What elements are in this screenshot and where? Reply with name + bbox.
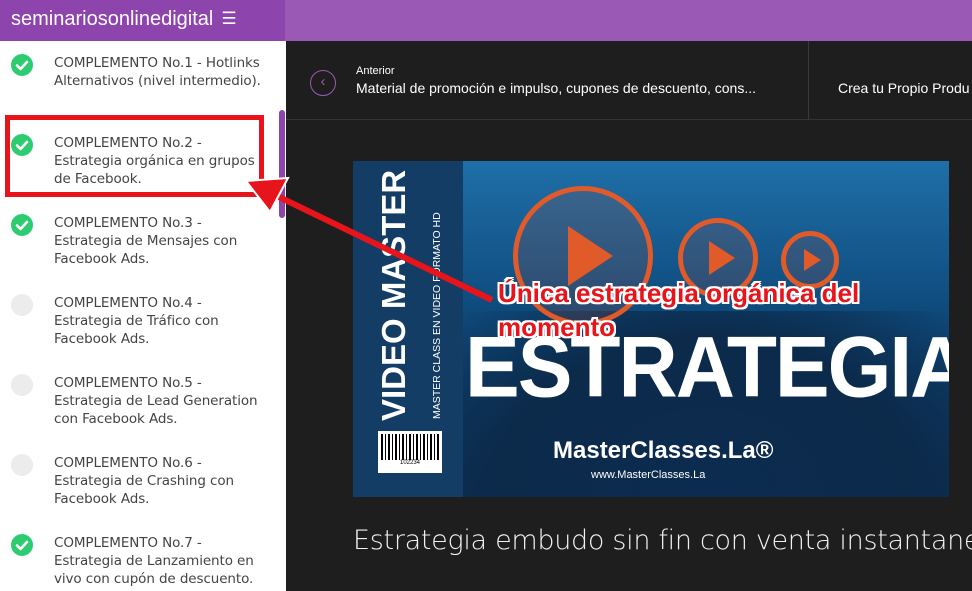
brand[interactable]: seminariosonlinedigital ☰ (0, 0, 285, 41)
lesson-label[interactable]: COMPLEMENTO No.1 - Hotlinks Alternativos… (54, 54, 269, 90)
chevron-left-icon[interactable]: ‹ (310, 70, 336, 96)
incomplete-circle-icon (11, 454, 33, 476)
barcode-number: 102234 (399, 460, 421, 466)
lesson-item-7[interactable]: COMPLEMENTO No.7 - Estrategia de Lanzami… (0, 521, 278, 591)
prev-label[interactable]: Anterior (356, 65, 395, 77)
check-icon (11, 534, 33, 556)
incomplete-circle-icon (11, 374, 33, 396)
sidebar-scrollbar[interactable] (279, 110, 285, 218)
lesson-label[interactable]: COMPLEMENTO No.6 - Estrategia de Crashin… (54, 454, 269, 508)
annotation-text: Única estrategia orgánica del momento (498, 278, 860, 342)
next-lesson-link[interactable]: Crea tu Propio Produ (838, 80, 970, 96)
lesson-item-3[interactable]: COMPLEMENTO No.3 - Estrategia de Mensaje… (0, 201, 278, 281)
lesson-label[interactable]: COMPLEMENTO No.3 - Estrategia de Mensaje… (54, 214, 269, 268)
lesson-navigation: ‹ Anterior Material de promoción e impul… (286, 41, 972, 120)
lesson-label[interactable]: COMPLEMENTO No.7 - Estrategia de Lanzami… (54, 534, 269, 588)
check-icon (11, 54, 33, 76)
lesson-item-5[interactable]: COMPLEMENTO No.5 - Estrategia de Lead Ge… (0, 361, 278, 441)
lesson-item-1[interactable]: COMPLEMENTO No.1 - Hotlinks Alternativos… (0, 41, 278, 121)
thumbnail-vertical-subtitle: MASTER CLASS EN VIDEO FORMATO HD (431, 212, 443, 419)
lesson-label[interactable]: COMPLEMENTO No.5 - Estrategia de Lead Ge… (54, 374, 269, 428)
lesson-item-4[interactable]: COMPLEMENTO No.4 - Estrategia de Tráfico… (0, 281, 278, 361)
lesson-item-6[interactable]: COMPLEMENTO No.6 - Estrategia de Crashin… (0, 441, 278, 521)
thumbnail-url: www.MasterClasses.La (591, 469, 706, 481)
lesson-title: Estrategia embudo sin fin con venta inst… (353, 525, 972, 556)
masterclasses-logo: MasterClasses.La® (553, 437, 774, 464)
hamburger-icon[interactable]: ☰ (221, 0, 236, 38)
nav-divider (808, 41, 809, 120)
highlight-box (5, 115, 264, 197)
barcode-icon: 102234 (378, 431, 442, 473)
thumbnail-vertical-title: VIDEO MASTER CLASS (375, 161, 412, 421)
incomplete-circle-icon (11, 294, 33, 316)
lesson-label[interactable]: COMPLEMENTO No.4 - Estrategia de Tráfico… (54, 294, 269, 348)
check-icon (11, 214, 33, 236)
brand-name[interactable]: seminariosonlinedigital (11, 8, 213, 30)
prev-lesson-link[interactable]: Material de promoción e impulso, cupones… (356, 80, 756, 96)
